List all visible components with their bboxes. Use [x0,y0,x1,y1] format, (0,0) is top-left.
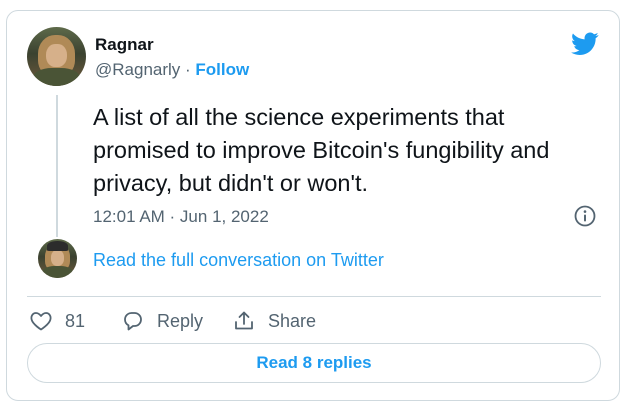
info-icon[interactable] [573,204,597,228]
author-handle-row: @Ragnarly · Follow [95,60,249,80]
like-button[interactable]: 81 [29,306,85,336]
share-label: Share [268,310,317,331]
author-handle[interactable]: @Ragnarly [95,60,180,79]
author-display-name[interactable]: Ragnar [95,35,154,55]
author-avatar[interactable] [27,27,86,86]
thread-connector-line [56,95,58,237]
share-button[interactable]: Share [232,306,316,336]
action-divider [27,296,601,297]
avatar-face [46,43,67,68]
avatar-shirt [32,68,81,86]
reply-avatar[interactable] [38,239,77,278]
reply-label: Reply [157,310,204,331]
read-replies-button[interactable]: Read 8 replies [27,343,601,383]
avatar-shirt [41,266,74,278]
tweet-timestamp[interactable]: 12:01 AM · Jun 1, 2022 [93,207,269,227]
share-icon [235,311,253,330]
tweet-embed-card: Ragnar @Ragnarly · Follow A list of all … [6,10,620,401]
avatar-face [50,249,65,266]
twitter-bird-icon[interactable] [571,32,599,56]
like-count: 81 [65,310,86,331]
handle-separator: · [180,60,196,79]
avatar-cap [46,241,69,252]
reply-bubble-icon [124,312,142,331]
reply-button[interactable]: Reply [121,306,203,336]
tweet-text: A list of all the science experiments th… [93,104,550,196]
follow-link[interactable]: Follow [195,60,249,79]
heart-icon [30,312,52,331]
read-conversation-link[interactable]: Read the full conversation on Twitter [93,250,384,271]
